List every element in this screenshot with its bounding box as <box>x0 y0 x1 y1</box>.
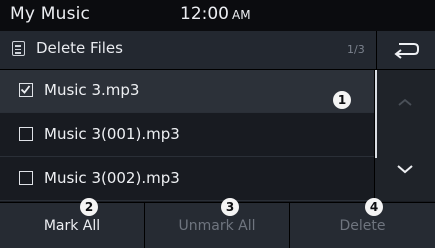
back-button[interactable] <box>376 31 435 69</box>
callout-2: 2 <box>80 198 98 216</box>
status-bar: My Music 12:00 AM <box>0 0 435 31</box>
unmark-all-button[interactable]: Unmark All <box>145 203 290 248</box>
scroll-up-button[interactable] <box>375 70 435 135</box>
callout-1: 1 <box>333 91 351 109</box>
checkbox[interactable] <box>19 127 33 141</box>
file-name: Music 3(001).mp3 <box>44 125 180 143</box>
chevron-up-icon <box>398 98 412 106</box>
mark-all-label: Mark All <box>43 218 101 234</box>
checkbox-checked[interactable] <box>19 83 33 97</box>
unmark-all-label: Unmark All <box>178 218 256 234</box>
chevron-down-icon <box>397 165 413 174</box>
back-arrow-icon <box>394 43 419 59</box>
file-name: Music 3(002).mp3 <box>44 169 180 187</box>
music-delete-screen: My Music 12:00 AM Delete Files 1/3 Music … <box>0 0 435 248</box>
clock: 12:00 AM <box>180 4 251 24</box>
file-name: Music 3.mp3 <box>44 81 140 99</box>
list-item[interactable]: Music 3.mp3 <box>0 70 374 113</box>
callout-3: 3 <box>221 198 239 216</box>
scroll-panel <box>374 70 435 201</box>
mark-all-button[interactable]: Mark All <box>0 203 145 248</box>
file-list: Music 3.mp3 Music 3(001).mp3 Music 3(002… <box>0 70 374 201</box>
header-title: Delete Files <box>36 39 123 57</box>
list-item[interactable]: Music 3(002).mp3 <box>0 158 374 201</box>
app-title: My Music <box>10 4 91 24</box>
clock-time: 12:00 <box>180 4 229 24</box>
page-indicator: 1/3 <box>347 43 365 56</box>
list-header: Delete Files 1/3 <box>0 31 435 70</box>
delete-label: Delete <box>339 218 386 234</box>
callout-4: 4 <box>365 198 383 216</box>
scroll-down-button[interactable] <box>375 135 435 201</box>
checkmark-icon <box>20 85 31 94</box>
list-icon <box>12 41 25 56</box>
list-item[interactable]: Music 3(001).mp3 <box>0 114 374 157</box>
delete-button[interactable]: Delete <box>290 203 435 248</box>
clock-ampm: AM <box>232 8 251 22</box>
checkbox[interactable] <box>19 171 33 185</box>
